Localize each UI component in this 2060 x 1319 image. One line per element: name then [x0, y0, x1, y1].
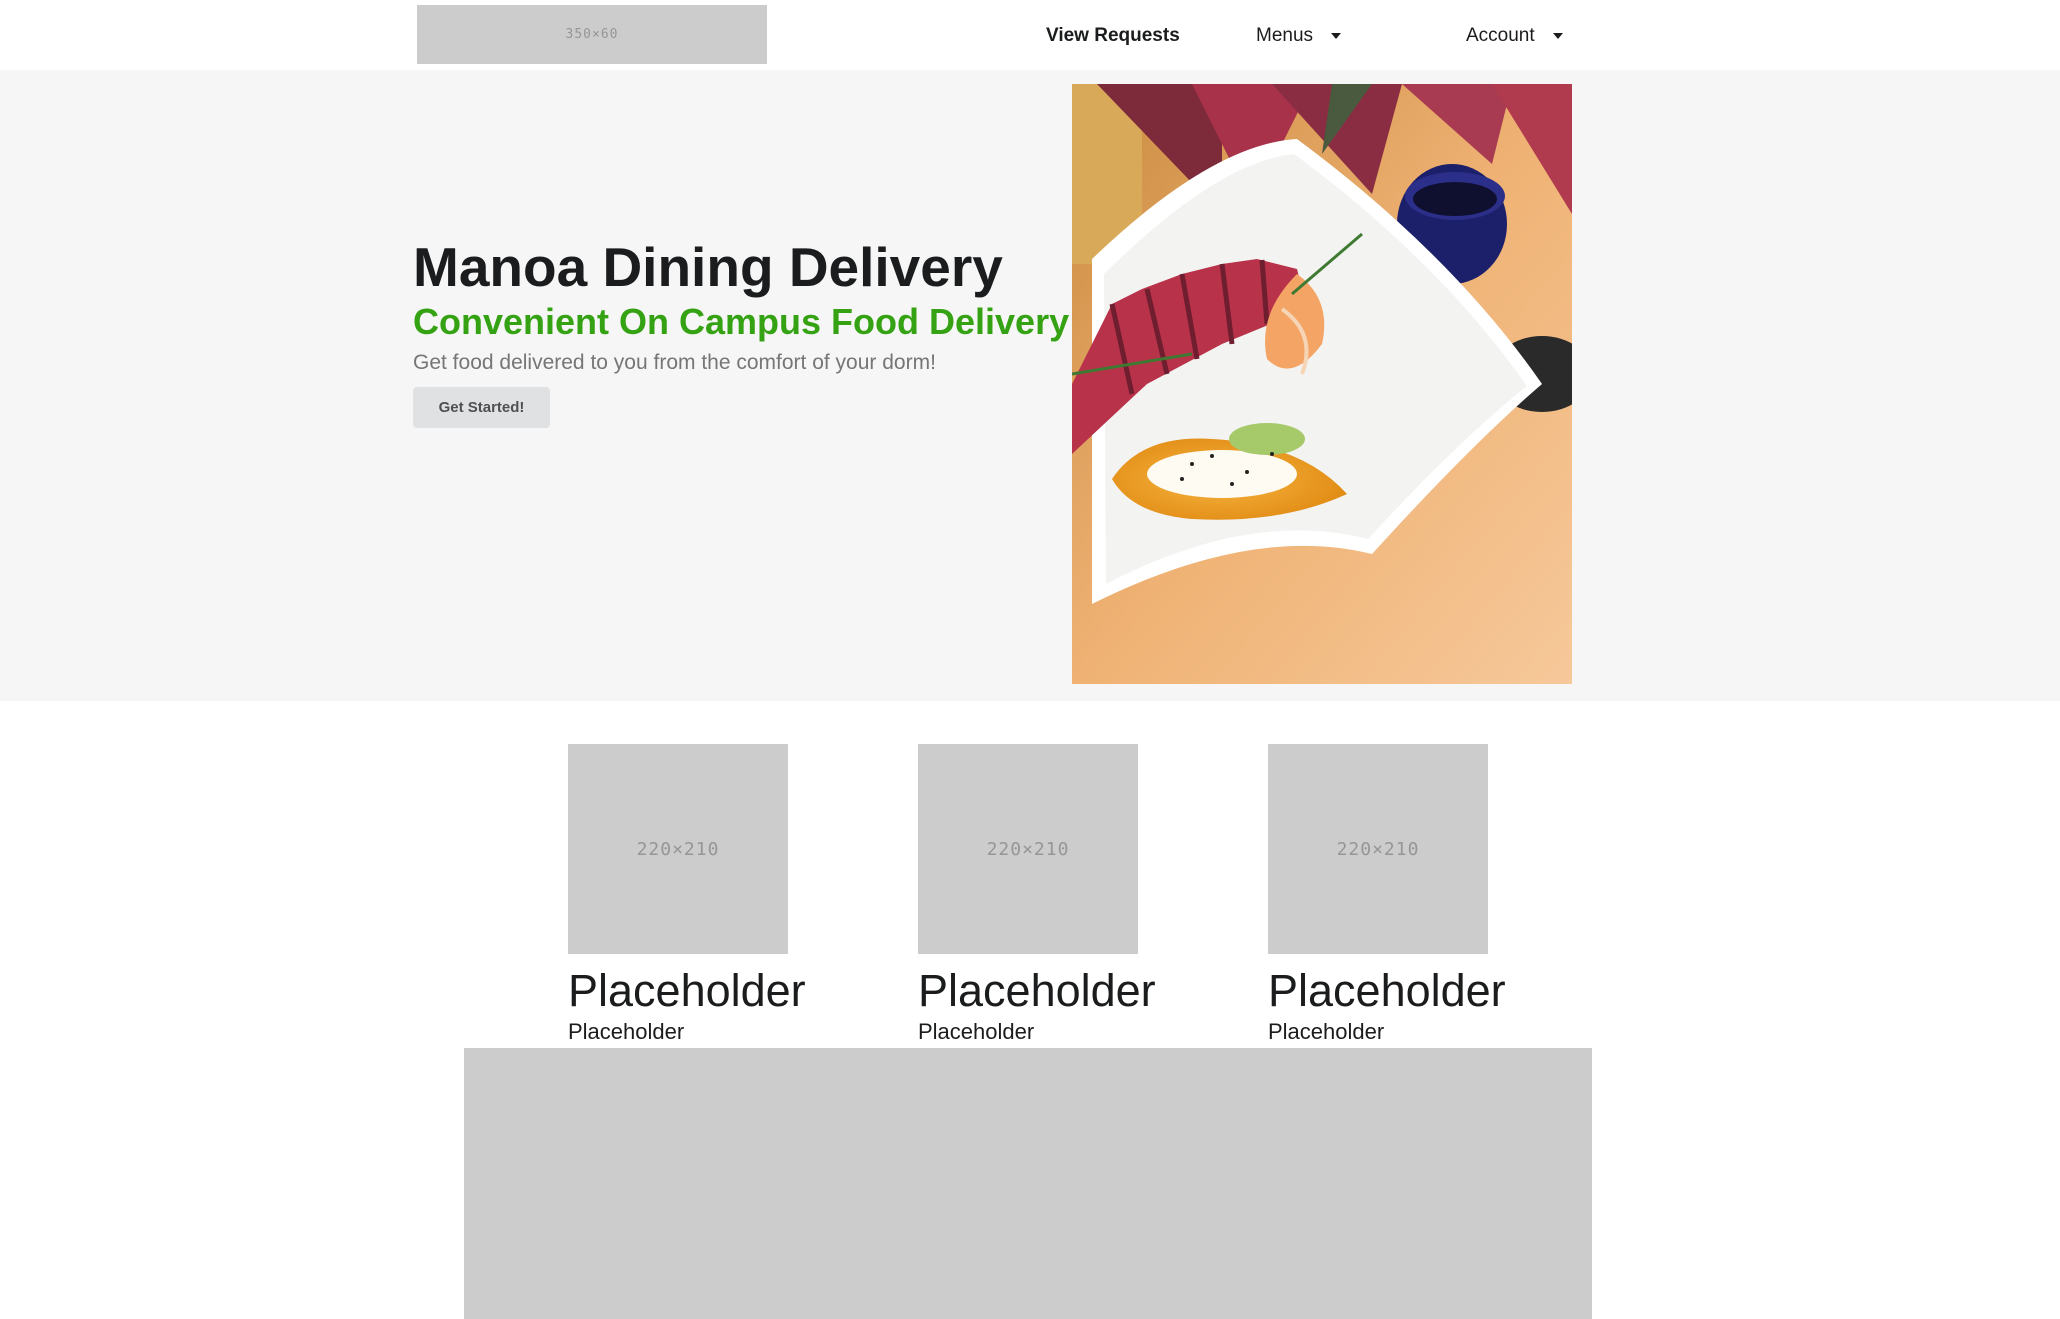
card-image-placeholder: 220×210: [918, 744, 1138, 954]
page: 350×60 View Requests Menus Account Manoa…: [0, 0, 2060, 1319]
card-image-placeholder: 220×210: [1268, 744, 1488, 954]
caret-down-icon: [1331, 33, 1342, 39]
card-image-label: 220×210: [636, 838, 720, 860]
card-title: Placeholder: [568, 965, 806, 1016]
nav-account-dropdown[interactable]: Account: [1466, 22, 1563, 50]
hero-title: Manoa Dining Delivery: [413, 236, 1003, 298]
hero-description: Get food delivered to you from the comfo…: [413, 351, 936, 374]
card-image-label: 220×210: [986, 838, 1070, 860]
hero-subtitle: Convenient On Campus Food Delivery: [413, 301, 1070, 342]
get-started-button[interactable]: Get Started!: [413, 387, 550, 428]
top-navigation: 350×60 View Requests Menus Account: [0, 0, 2060, 70]
nav-menus-dropdown[interactable]: Menus: [1256, 22, 1342, 50]
hero-food-image: [1072, 84, 1572, 684]
nav-view-requests[interactable]: View Requests: [1046, 22, 1180, 50]
card-subtitle: Placeholder: [1268, 1018, 1385, 1044]
nav-account-label: Account: [1466, 25, 1535, 46]
card-image-placeholder: 220×210: [568, 744, 788, 954]
card-subtitle: Placeholder: [918, 1018, 1035, 1044]
caret-down-icon: [1552, 33, 1563, 39]
feature-card: 220×210 Placeholder Placeholder: [568, 744, 828, 1044]
nav-menus-label: Menus: [1256, 25, 1314, 46]
hero-section: Manoa Dining Delivery Convenient On Camp…: [0, 70, 2060, 701]
card-image-label: 220×210: [1336, 838, 1420, 860]
card-subtitle: Placeholder: [568, 1018, 685, 1044]
feature-card: 220×210 Placeholder Placeholder: [1268, 744, 1528, 1044]
feature-card: 220×210 Placeholder Placeholder: [918, 744, 1178, 1044]
nav-view-requests-label: View Requests: [1046, 25, 1180, 46]
card-title: Placeholder: [918, 965, 1156, 1016]
logo-placeholder-label: 350×60: [565, 27, 619, 42]
banner-image-placeholder: [464, 1048, 1592, 1319]
card-title: Placeholder: [1268, 965, 1506, 1016]
logo-placeholder[interactable]: 350×60: [417, 5, 767, 64]
